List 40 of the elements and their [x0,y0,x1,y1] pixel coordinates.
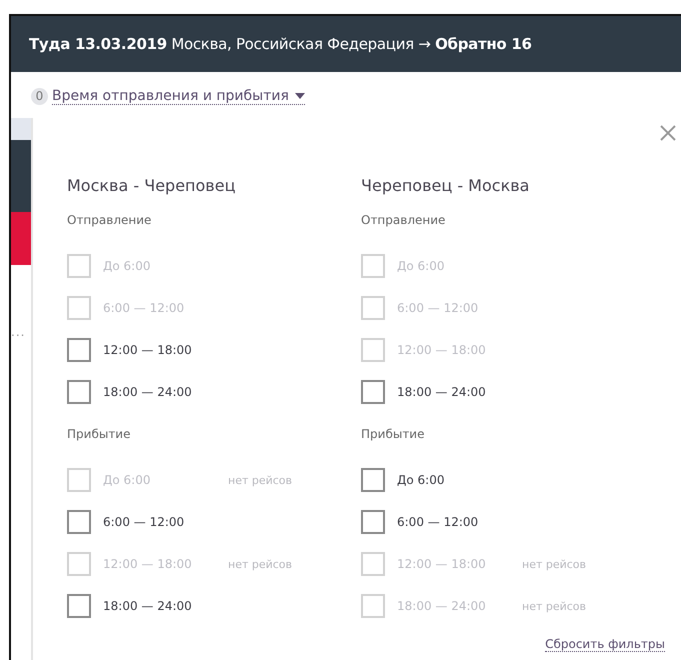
time-range-label: 6:00 — 12:00 [397,515,480,529]
time-range-label: До 6:00 [397,259,446,273]
close-icon[interactable] [659,124,677,142]
time-range-label: До 6:00 [103,473,152,487]
time-filter-toggle[interactable]: Время отправления и прибытия [52,88,305,104]
time-range-label: 18:00 — 24:00 [397,385,487,399]
checkbox[interactable] [67,510,91,534]
checkbox[interactable] [67,594,91,618]
time-range-label: 12:00 — 18:00 [103,557,193,571]
ellipsis-text: ... [11,325,26,339]
time-range-label: До 6:00 [103,259,152,273]
no-flights-note: нет рейсов [522,558,586,570]
caret-icon [294,92,305,98]
time-range-label: 6:00 — 12:00 [103,515,186,529]
checkbox[interactable] [361,380,385,404]
trip-title: Туда 13.03.2019 Москва, Российская Федерация → Обратно 16 [29,35,532,53]
time-range-label: 18:00 — 24:00 [103,599,193,613]
time-range-label: 12:00 — 18:00 [397,343,487,357]
no-flights-note: нет рейсов [228,474,292,486]
checkbox[interactable] [361,468,385,492]
filter-count: 0 [31,88,48,104]
time-range-label: 6:00 — 12:00 [397,301,480,315]
no-flights-note: нет рейсов [522,600,586,612]
section-label: Отправление [67,213,152,227]
route-title: Москва - Череповец [67,176,236,195]
time-range-label: 18:00 — 24:00 [103,385,193,399]
checkbox[interactable] [67,338,91,362]
route-title: Череповец - Москва [361,176,530,195]
time-range-label: 6:00 — 12:00 [103,301,186,315]
checkbox[interactable] [67,380,91,404]
checkbox[interactable] [361,510,385,534]
time-range-label: 12:00 — 18:00 [103,343,193,357]
section-label: Прибытие [67,427,132,441]
time-range-label: До 6:00 [397,473,446,487]
time-range-label: 18:00 — 24:00 [397,599,487,613]
time-range-label: 12:00 — 18:00 [397,557,487,571]
section-label: Прибытие [361,427,426,441]
no-flights-note: нет рейсов [228,558,292,570]
section-label: Отправление [361,213,446,227]
reset-filters-link[interactable]: Сбросить фильтры [545,637,665,652]
